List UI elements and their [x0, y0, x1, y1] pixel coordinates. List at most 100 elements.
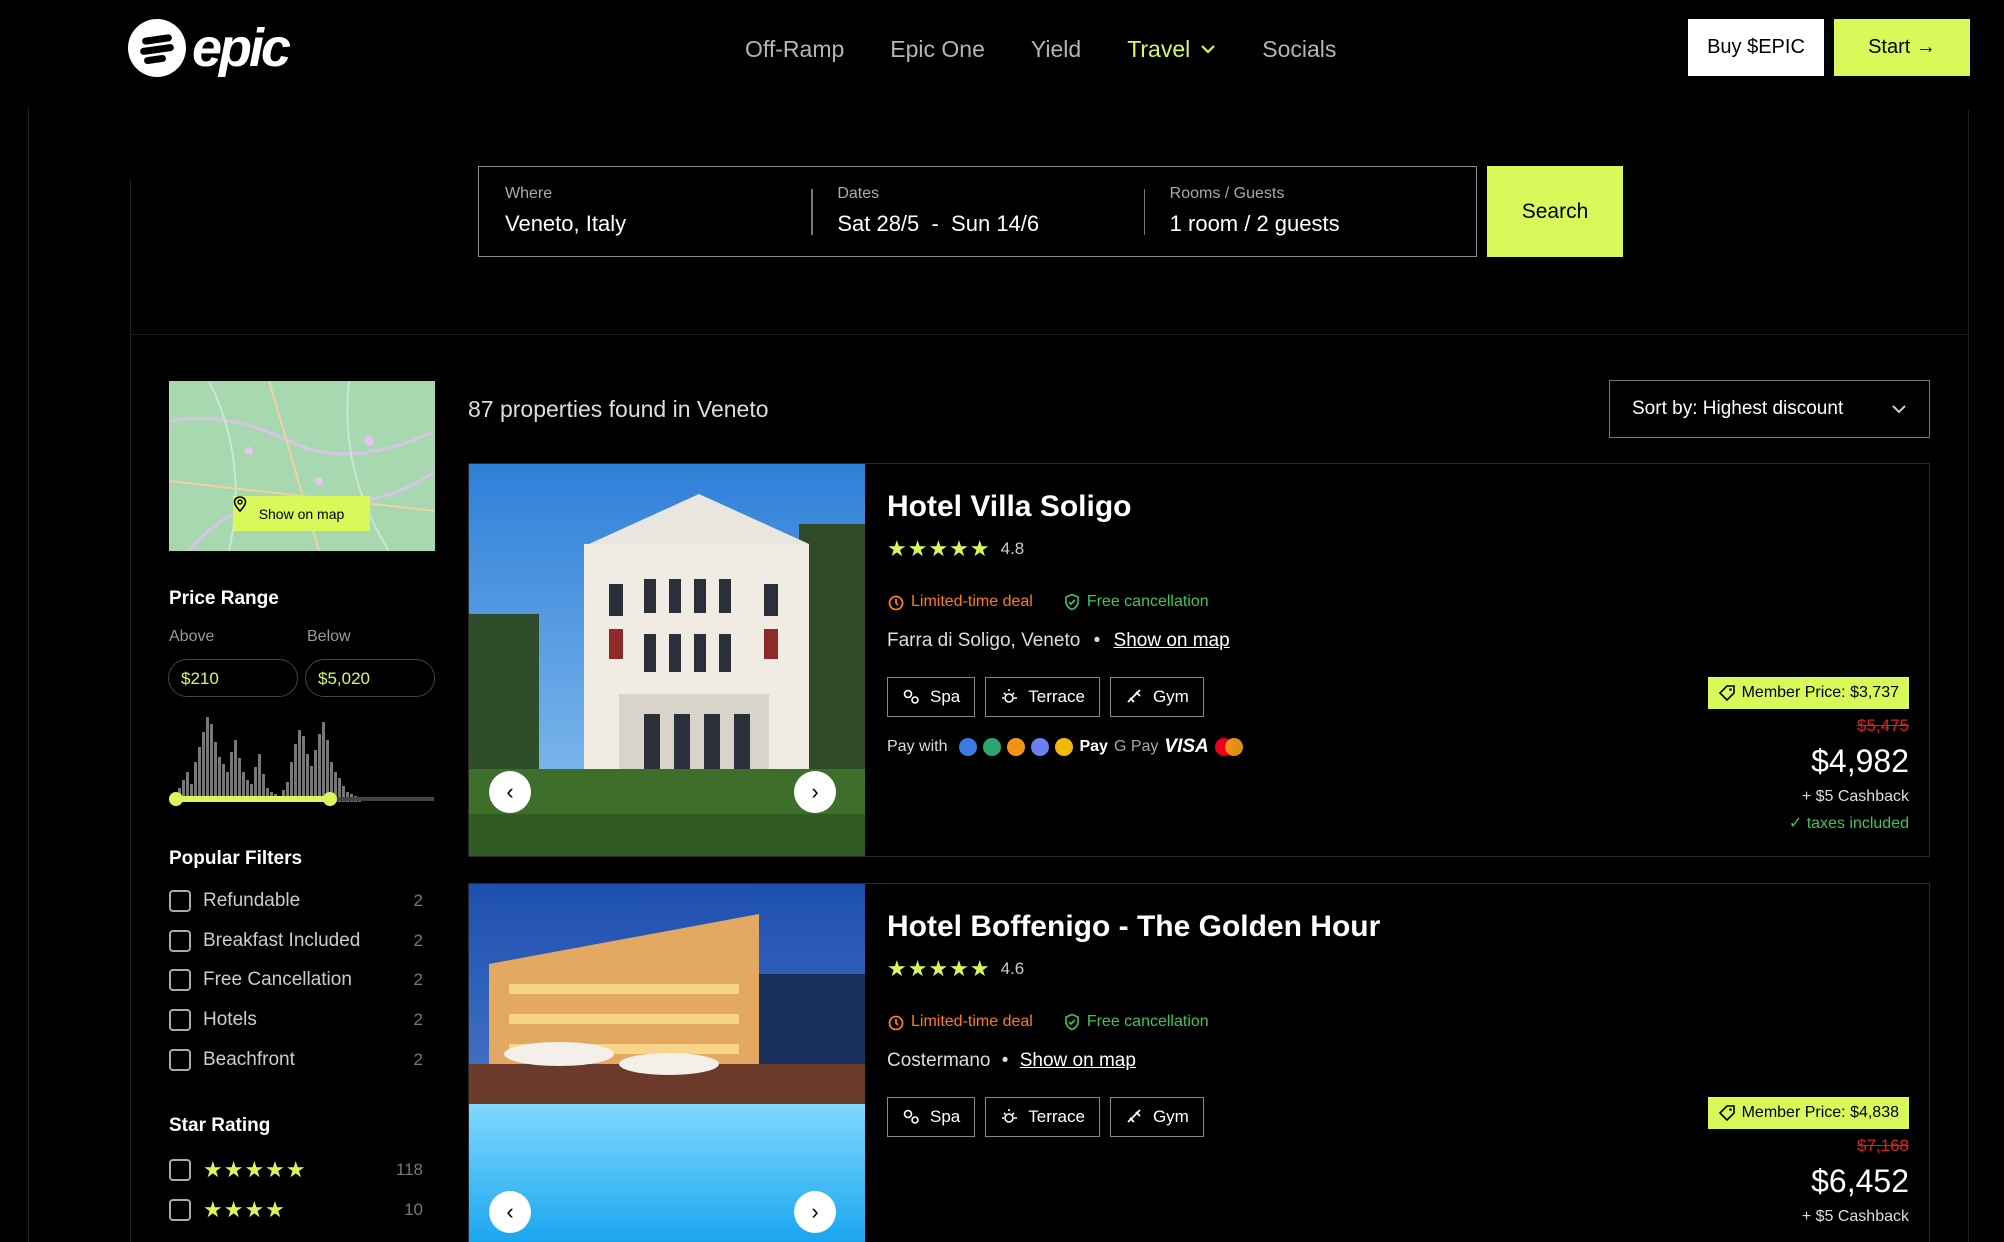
filter-count: 2 [413, 1050, 423, 1069]
frame-divider [28, 108, 29, 1242]
filter-count: 2 [413, 1010, 423, 1029]
member-price-label: Member Price: $3,737 [1741, 684, 1899, 701]
member-price-badge: Member Price: $3,737 [1707, 677, 1909, 709]
spa-icon [903, 689, 919, 704]
show-on-map-link[interactable]: Show on map [1114, 630, 1230, 651]
logo[interactable]: epic [128, 18, 291, 78]
filter-label: Breakfast Included [203, 930, 361, 951]
show-on-map-button[interactable]: Show on map [233, 496, 370, 531]
guests-field[interactable]: Rooms / Guests 1 room / 2 guests [1143, 167, 1476, 256]
amenity-label: Terrace [1028, 687, 1085, 706]
frame-divider [130, 180, 131, 1242]
sort-dropdown[interactable]: Sort by: Highest discount [1609, 380, 1930, 438]
amenity-gym: Gym [1109, 677, 1204, 717]
star-rating-title: Star Rating [169, 1115, 271, 1136]
nav-epic-one[interactable]: Epic One [890, 30, 985, 68]
spa-icon [903, 1109, 919, 1124]
hotel-name[interactable]: Hotel Villa Soligo [887, 490, 1131, 524]
tether-icon [983, 738, 1002, 756]
where-value: Veneto, Italy [505, 211, 627, 236]
histogram-bar [210, 724, 213, 802]
hotel-name[interactable]: Hotel Boffenigo - The Golden Hour [887, 910, 1380, 944]
checkbox[interactable] [169, 1199, 191, 1221]
dumbbell-icon [1127, 1109, 1141, 1123]
deal-badge: Limited-time deal [887, 1013, 1033, 1031]
current-price: $4,982 [1811, 743, 1909, 779]
timer-icon [888, 595, 904, 611]
filter-breakfast-included[interactable]: Breakfast Included 2 [169, 930, 423, 952]
price-above-input[interactable]: $210 [168, 659, 298, 697]
nav-off-ramp[interactable]: Off-Ramp [745, 30, 844, 68]
prev-photo-button[interactable]: ‹ [489, 771, 531, 813]
checkbox[interactable] [169, 930, 191, 952]
frame-divider [1968, 110, 1969, 1242]
filter-free-cancellation[interactable]: Free Cancellation 2 [169, 969, 423, 991]
xrp-icon [959, 738, 978, 756]
price-range-title: Price Range [169, 588, 279, 609]
amenity-terrace: Terrace [985, 1097, 1100, 1137]
nav-travel[interactable]: Travel [1127, 30, 1216, 68]
filter-hotels[interactable]: Hotels 2 [169, 1009, 423, 1031]
filter-beachfront[interactable]: Beachfront 2 [169, 1049, 423, 1071]
dates-field[interactable]: Dates Sat 28/5 - Sun 14/6 [811, 167, 1143, 256]
filter-count: 118 [395, 1160, 423, 1179]
checkbox[interactable] [169, 1049, 191, 1071]
original-price: $5,475 [1857, 716, 1909, 735]
prev-photo-button[interactable]: ‹ [489, 1191, 531, 1233]
checkbox[interactable] [169, 969, 191, 991]
nav-socials[interactable]: Socials [1262, 30, 1336, 68]
results-count: 87 properties found in Veneto [468, 396, 769, 422]
deal-badge: Limited-time deal [887, 593, 1033, 611]
checkbox[interactable] [169, 890, 191, 912]
buy-epic-button[interactable]: Buy $EPIC [1688, 19, 1824, 76]
nav-yield[interactable]: Yield [1031, 30, 1081, 68]
filter-refundable[interactable]: Refundable 2 [169, 890, 423, 912]
sun-icon [1002, 1109, 1018, 1123]
tag-icon [1718, 1105, 1735, 1122]
below-label: Below [307, 628, 351, 645]
hotel-card[interactable]: ‹ › Hotel Villa Soligo ★★★★★ 4.8 Limited… [468, 463, 1930, 857]
histogram-bar [258, 754, 261, 802]
histogram-bar [322, 722, 325, 802]
apple-pay-icon: Pay [1079, 738, 1108, 755]
checkbox[interactable] [169, 1159, 191, 1181]
star-filter-5[interactable]: ★★★★★ 118 [169, 1157, 423, 1183]
cancellation-label: Free cancellation [1086, 1013, 1209, 1030]
amenity-gym: Gym [1109, 1097, 1204, 1137]
star-filter-4[interactable]: ★★★★ 10 [169, 1197, 423, 1223]
price-histogram [174, 712, 434, 802]
amenity-label: Spa [930, 1107, 961, 1126]
hotel-photo[interactable]: ‹ › [469, 464, 865, 856]
popular-filters-title: Popular Filters [169, 848, 303, 869]
logo-text: epic [192, 18, 291, 78]
price-below-input[interactable]: $5,020 [305, 659, 435, 697]
price-slider-max-handle[interactable] [323, 792, 337, 806]
where-field[interactable]: Where Veneto, Italy [479, 167, 811, 256]
hotel-rating: ★★★★★ 4.8 [887, 536, 1024, 562]
hotel-rating: ★★★★★ 4.6 [887, 956, 1024, 982]
chevron-down-icon [1892, 405, 1906, 414]
histogram-bar [298, 730, 301, 802]
show-on-map-link[interactable]: Show on map [1020, 1050, 1136, 1071]
start-button[interactable]: Start → [1834, 19, 1970, 76]
free-cancellation-badge: Free cancellation [1063, 1013, 1209, 1031]
checkbox[interactable] [169, 1009, 191, 1031]
histogram-bar [302, 736, 305, 802]
guests-label: Rooms / Guests [1169, 185, 1285, 202]
hotel-photo[interactable]: ‹ › [469, 884, 865, 1242]
amenity-spa: Spa [887, 1097, 976, 1137]
original-price: $7,168 [1857, 1136, 1909, 1155]
filter-label: Refundable [203, 890, 301, 911]
histogram-bar [202, 732, 205, 802]
search-button[interactable]: Search [1487, 166, 1623, 257]
map-preview[interactable]: Show on map [169, 381, 435, 551]
current-price: $6,452 [1811, 1163, 1909, 1199]
cashback: + $5 Cashback [1801, 788, 1909, 805]
price-slider-min-handle[interactable] [169, 792, 183, 806]
show-on-map-label: Show on map [258, 505, 345, 522]
next-photo-button[interactable]: › [794, 1191, 836, 1233]
next-photo-button[interactable]: › [794, 771, 836, 813]
guests-value: 1 room / 2 guests [1169, 211, 1340, 236]
hotel-location: Costermano • Show on map [887, 1050, 1136, 1071]
hotel-card[interactable]: ‹ › Hotel Boffenigo - The Golden Hour ★★… [468, 883, 1930, 1242]
